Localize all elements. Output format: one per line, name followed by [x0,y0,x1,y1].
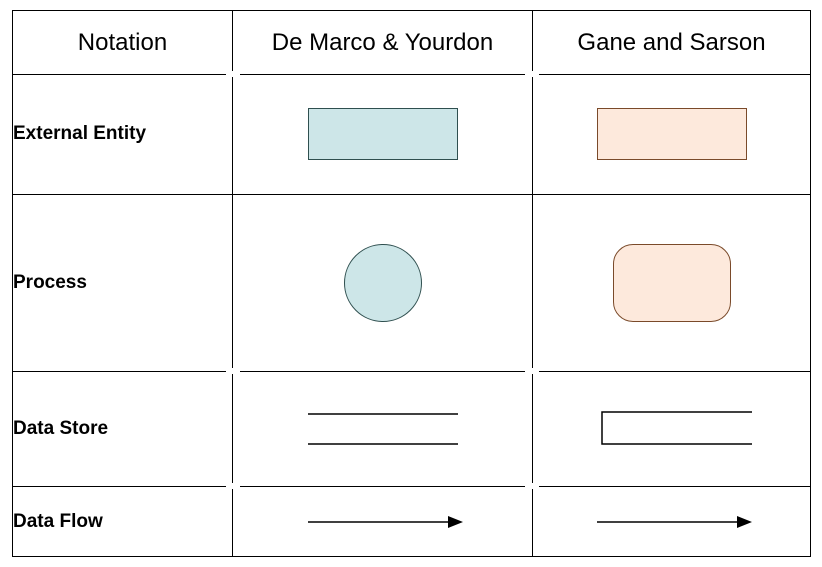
cell-data-store-yd [233,372,533,487]
row-label-text: Data Flow [13,511,103,532]
header-notation: Notation [13,11,233,75]
dfd-notation-table: Notation De Marco & Yourdon Gane and Sar… [0,0,822,567]
header-demarco-yourdon: De Marco & Yourdon [233,11,533,75]
row-data-store: Data Store [13,372,811,487]
cell-process-gs [533,194,811,372]
cell-data-store-gs [533,372,811,487]
symbol-open-rectangle-gs [582,404,762,454]
row-label-data-flow: Data Flow [13,487,233,557]
symbol-rectangle-yd [308,108,458,160]
header-gane-sarson: Gane and Sarson [533,11,811,75]
symbol-parallel-lines-yd [293,404,473,454]
symbol-circle-yd [344,244,422,322]
row-label-text: Data Store [13,418,108,439]
cell-external-entity-gs [533,75,811,194]
symbol-arrow-gs [582,507,762,537]
notation-comparison-table: Notation De Marco & Yourdon Gane and Sar… [12,10,811,557]
row-external-entity: External Entity [13,75,811,194]
symbol-rectangle-gs [597,108,747,160]
row-process: Process [13,194,811,372]
row-label-process: Process [13,194,233,372]
header-notation-label: Notation [78,29,167,56]
symbol-rounded-rect-gs [613,244,731,322]
table-header-row: Notation De Marco & Yourdon Gane and Sar… [13,11,811,75]
cell-data-flow-gs [533,487,811,557]
cell-data-flow-yd [233,487,533,557]
row-data-flow: Data Flow [13,487,811,557]
cell-process-yd [233,194,533,372]
cell-external-entity-yd [233,75,533,194]
header-gane-sarson-label: Gane and Sarson [577,29,765,56]
row-label-external-entity: External Entity [13,75,233,194]
header-demarco-yourdon-label: De Marco & Yourdon [272,29,493,56]
row-label-text: Process [13,272,87,293]
symbol-arrow-yd [293,507,473,537]
row-label-data-store: Data Store [13,372,233,487]
row-label-text: External Entity [13,123,146,144]
